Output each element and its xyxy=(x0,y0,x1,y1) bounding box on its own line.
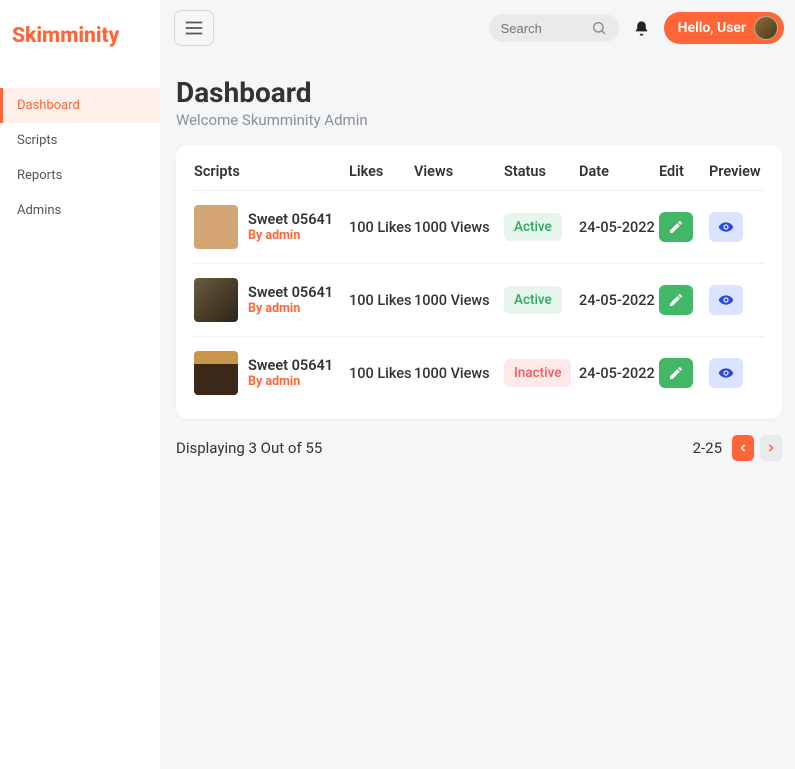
edit-button[interactable] xyxy=(659,358,693,388)
col-preview: Preview xyxy=(709,163,764,180)
hamburger-icon xyxy=(183,17,205,39)
eye-icon xyxy=(718,365,734,381)
table-header: Scripts Likes Views Status Date Edit Pre… xyxy=(194,163,764,191)
status-badge: Inactive xyxy=(504,359,571,387)
next-page-button[interactable] xyxy=(760,435,782,461)
avatar xyxy=(754,16,778,40)
preview-button[interactable] xyxy=(709,358,743,388)
preview-button[interactable] xyxy=(709,212,743,242)
pencil-icon xyxy=(668,219,684,235)
search-box[interactable] xyxy=(489,14,619,42)
col-status: Status xyxy=(504,163,579,180)
script-title: Sweet 05641 xyxy=(248,357,333,374)
status-badge: Active xyxy=(504,286,562,314)
pencil-icon xyxy=(668,292,684,308)
views-cell: 1000 Views xyxy=(414,219,504,236)
edit-button[interactable] xyxy=(659,285,693,315)
script-title: Sweet 05641 xyxy=(248,284,333,301)
likes-cell: 100 Likes xyxy=(349,219,414,236)
sidebar-item-reports[interactable]: Reports xyxy=(0,158,160,193)
scripts-table-card: Scripts Likes Views Status Date Edit Pre… xyxy=(176,145,782,419)
date-cell: 24-05-2022 xyxy=(579,219,659,236)
chevron-right-icon xyxy=(765,442,777,454)
sidebar-item-label: Dashboard xyxy=(17,98,80,113)
col-scripts: Scripts xyxy=(194,163,349,180)
sidebar-item-dashboard[interactable]: Dashboard xyxy=(0,88,160,123)
script-thumbnail xyxy=(194,278,238,322)
sidebar-item-label: Scripts xyxy=(17,133,57,148)
eye-icon xyxy=(718,292,734,308)
col-views: Views xyxy=(414,163,504,180)
views-cell: 1000 Views xyxy=(414,292,504,309)
date-cell: 24-05-2022 xyxy=(579,292,659,309)
date-cell: 24-05-2022 xyxy=(579,365,659,382)
col-edit: Edit xyxy=(659,163,709,180)
script-author: By admin xyxy=(248,374,333,389)
user-pill[interactable]: Hello, User xyxy=(664,12,784,44)
bell-icon[interactable] xyxy=(633,20,650,37)
table-row: Sweet 05641 By admin 100 Likes 1000 View… xyxy=(194,191,764,264)
topbar: Hello, User xyxy=(160,0,795,56)
search-input[interactable] xyxy=(501,21,591,36)
table-row: Sweet 05641 By admin 100 Likes 1000 View… xyxy=(194,337,764,409)
script-title: Sweet 05641 xyxy=(248,211,333,228)
page-subtitle: Welcome Skumminity Admin xyxy=(176,111,782,129)
views-cell: 1000 Views xyxy=(414,365,504,382)
edit-button[interactable] xyxy=(659,212,693,242)
brand-logo: Skimminity xyxy=(0,24,160,88)
script-thumbnail xyxy=(194,351,238,395)
menu-toggle-button[interactable] xyxy=(174,10,214,46)
sidebar-item-label: Admins xyxy=(17,203,61,218)
page-title: Dashboard xyxy=(176,76,782,109)
script-thumbnail xyxy=(194,205,238,249)
preview-button[interactable] xyxy=(709,285,743,315)
eye-icon xyxy=(718,219,734,235)
pencil-icon xyxy=(668,365,684,381)
likes-cell: 100 Likes xyxy=(349,292,414,309)
page-range: 2-25 xyxy=(693,439,722,457)
table-row: Sweet 05641 By admin 100 Likes 1000 View… xyxy=(194,264,764,337)
sidebar: Skimminity Dashboard Scripts Reports Adm… xyxy=(0,0,160,769)
script-author: By admin xyxy=(248,228,333,243)
displaying-text: Displaying 3 Out of 55 xyxy=(176,439,322,457)
likes-cell: 100 Likes xyxy=(349,365,414,382)
script-author: By admin xyxy=(248,301,333,316)
pagination: 2-25 xyxy=(693,435,782,461)
search-icon xyxy=(591,20,607,36)
sidebar-item-scripts[interactable]: Scripts xyxy=(0,123,160,158)
col-likes: Likes xyxy=(349,163,414,180)
col-date: Date xyxy=(579,163,659,180)
prev-page-button[interactable] xyxy=(732,435,754,461)
chevron-left-icon xyxy=(737,442,749,454)
user-greeting: Hello, User xyxy=(678,20,746,36)
status-badge: Active xyxy=(504,213,562,241)
sidebar-item-admins[interactable]: Admins xyxy=(0,193,160,228)
sidebar-item-label: Reports xyxy=(17,168,62,183)
